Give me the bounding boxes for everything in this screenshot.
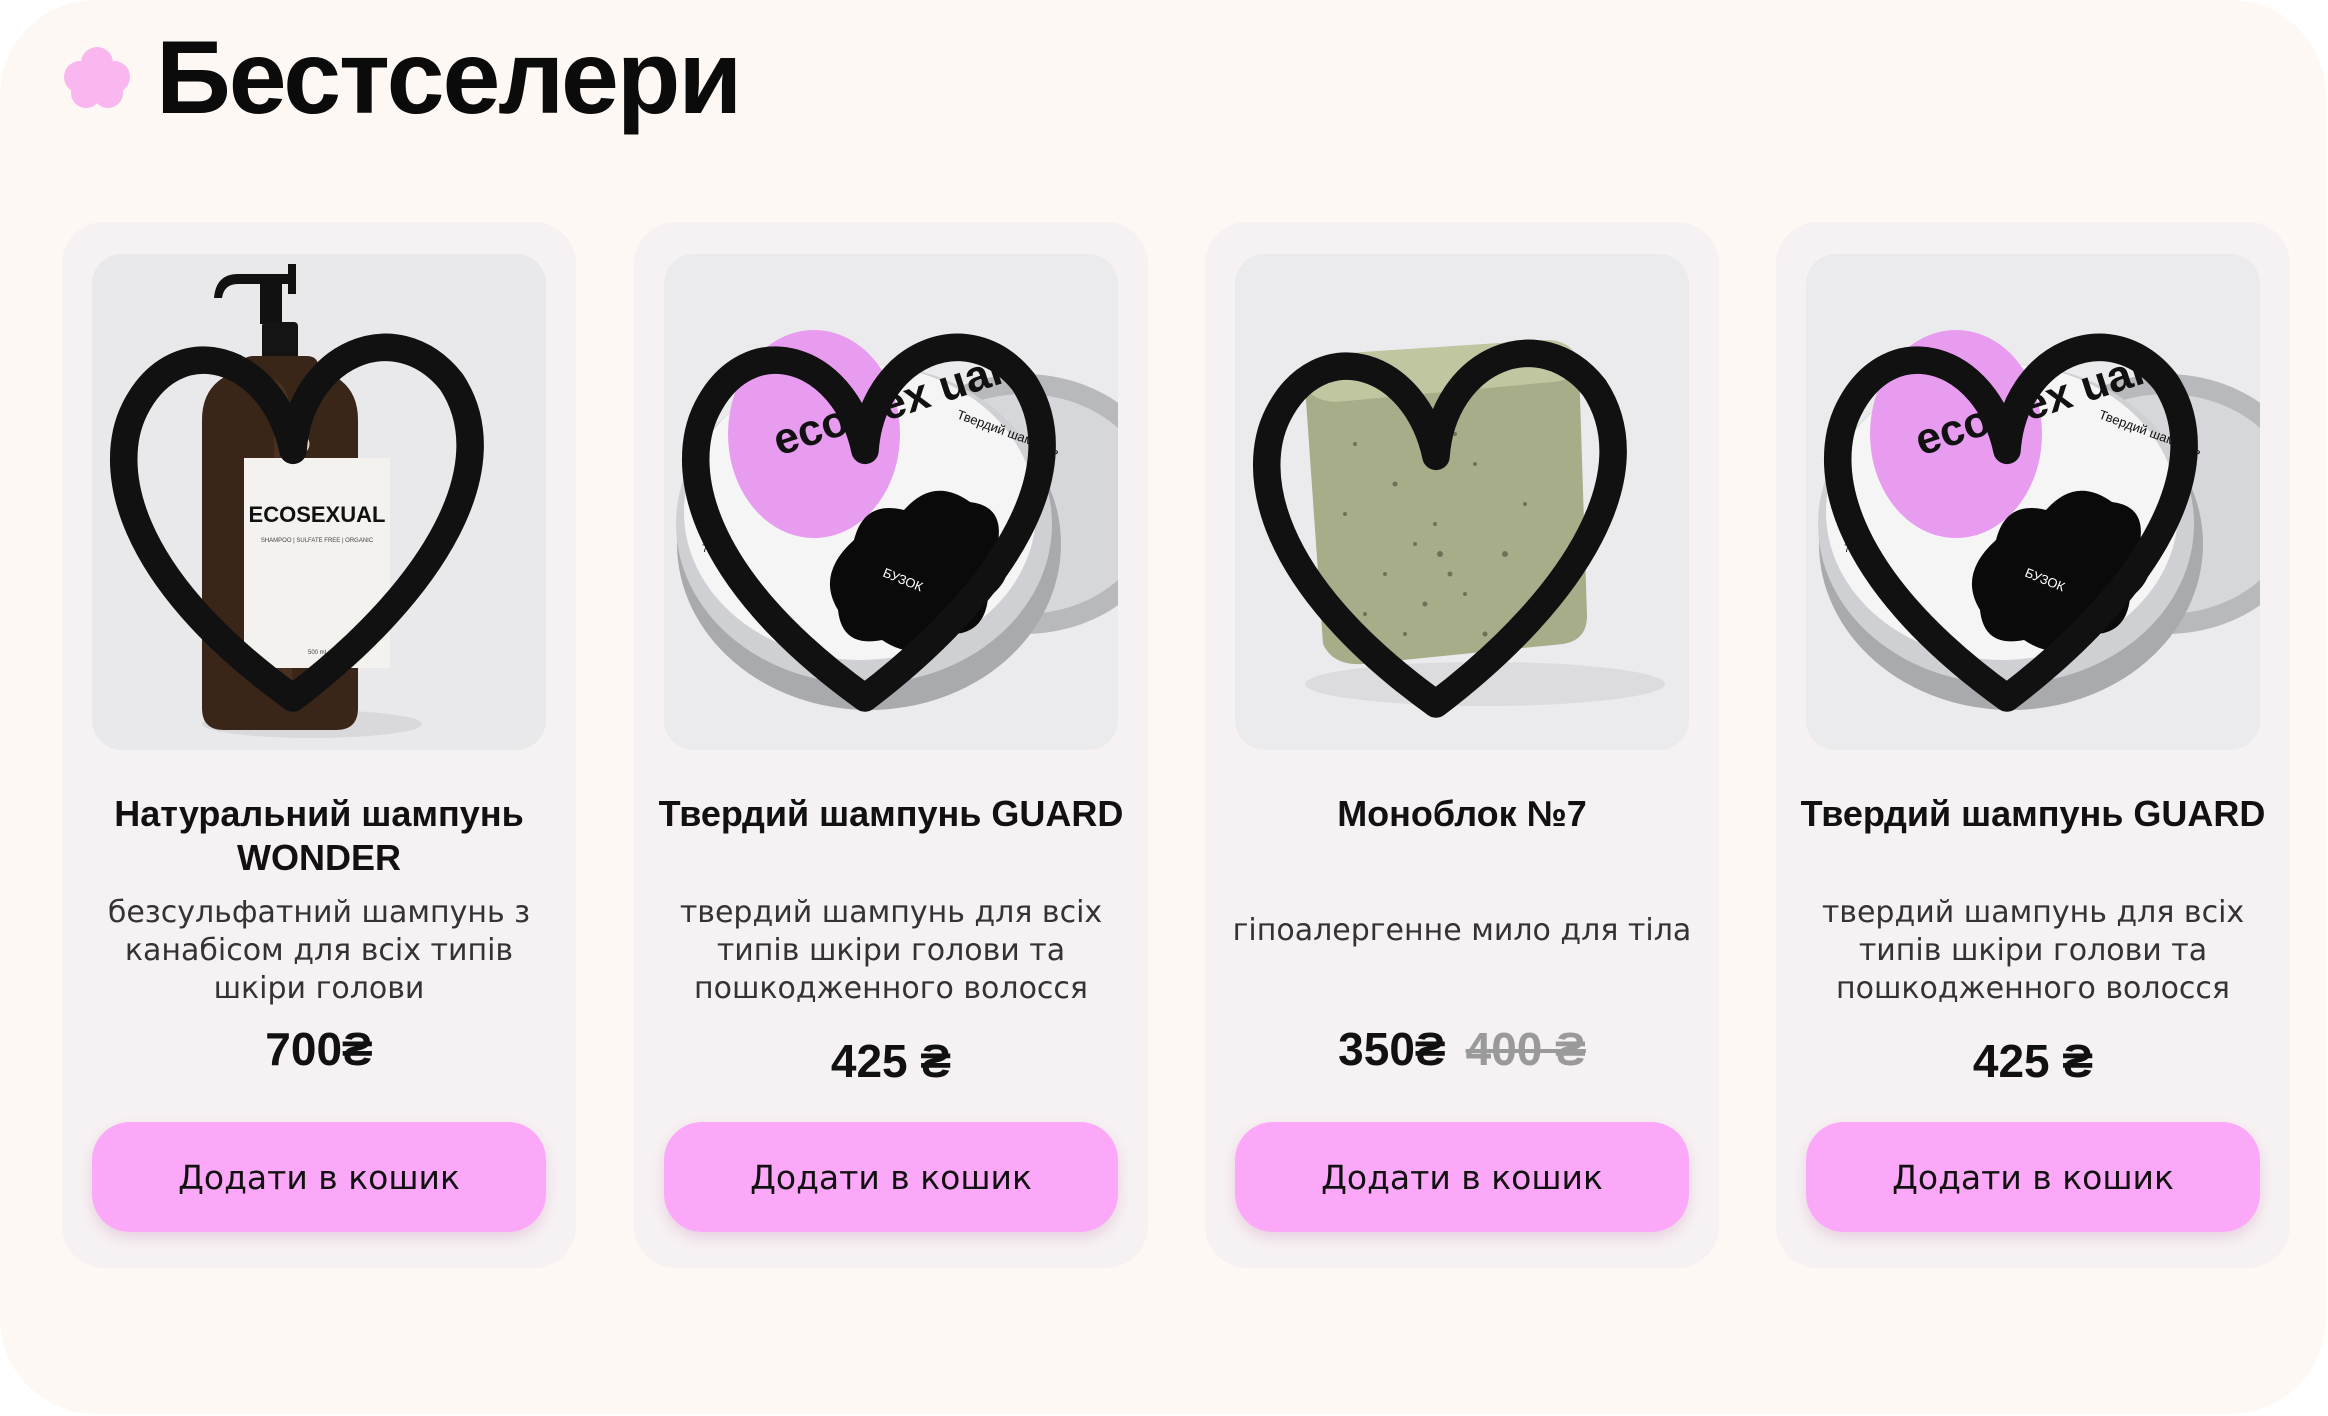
product-description: твердий шампунь для всіх типів шкіри гол… xyxy=(1821,895,2245,1006)
flower-icon xyxy=(64,47,130,108)
product-description: твердий шампунь для всіх типів шкіри гол… xyxy=(679,895,1103,1006)
section-header: Бестселери xyxy=(62,20,742,136)
heart-icon[interactable] xyxy=(1806,278,2234,750)
bestsellers-section: Бестселери ECOSEXUAL SHAMPOO | SULFATE F… xyxy=(0,0,2326,1414)
heart-icon[interactable] xyxy=(1235,284,1663,750)
product-old-price: 400 ₴ xyxy=(1465,1023,1586,1075)
product-price: 425 ₴ xyxy=(1972,1035,2094,1087)
product-price-line: 425 ₴ xyxy=(1776,1034,2290,1088)
add-to-cart-button[interactable]: Додати в кошик xyxy=(92,1122,546,1232)
product-card[interactable]: eco sex ual Твердий шампунь БУЗОК 70 г Т… xyxy=(634,222,1148,1268)
section-title: Бестселери xyxy=(156,20,742,136)
add-to-cart-button[interactable]: Додати в кошик xyxy=(1806,1122,2260,1232)
heart-icon[interactable] xyxy=(92,278,520,750)
product-price: 350₴ xyxy=(1338,1023,1446,1075)
product-price-line: 700₴ xyxy=(62,1022,576,1076)
add-to-cart-button[interactable]: Додати в кошик xyxy=(1235,1122,1689,1232)
product-price-line: 425 ₴ xyxy=(634,1034,1148,1088)
product-description: гіпоалергенне мило для тіла xyxy=(1232,913,1692,948)
product-name[interactable]: Натуральний шампунь WONDER xyxy=(82,792,556,880)
product-card[interactable]: ECOSEXUAL SHAMPOO | SULFATE FREE | ORGAN… xyxy=(62,222,576,1268)
heart-icon[interactable] xyxy=(664,278,1092,750)
product-image[interactable] xyxy=(1235,254,1689,750)
product-image[interactable]: eco sex ual Твердий шампунь БУЗОК 70 г xyxy=(1806,254,2260,750)
product-card[interactable]: eco sex ual Твердий шампунь БУЗОК 70 г Т… xyxy=(1776,222,2290,1268)
product-name[interactable]: Моноблок №7 xyxy=(1225,792,1699,836)
product-price: 700₴ xyxy=(265,1023,373,1075)
add-to-cart-button[interactable]: Додати в кошик xyxy=(664,1122,1118,1232)
product-image[interactable]: eco sex ual Твердий шампунь БУЗОК 70 г xyxy=(664,254,1118,750)
product-price: 425 ₴ xyxy=(830,1035,952,1087)
product-price-line: 350₴ 400 ₴ xyxy=(1205,1022,1719,1076)
product-description: безсульфатний шампунь з канабісом для вс… xyxy=(107,895,531,1006)
product-card[interactable]: Моноблок №7 гіпоалергенне мило для тіла … xyxy=(1205,222,1719,1268)
product-image[interactable]: ECOSEXUAL SHAMPOO | SULFATE FREE | ORGAN… xyxy=(92,254,546,750)
product-name[interactable]: Твердий шампунь GUARD xyxy=(1796,792,2270,836)
product-name[interactable]: Твердий шампунь GUARD xyxy=(654,792,1128,836)
